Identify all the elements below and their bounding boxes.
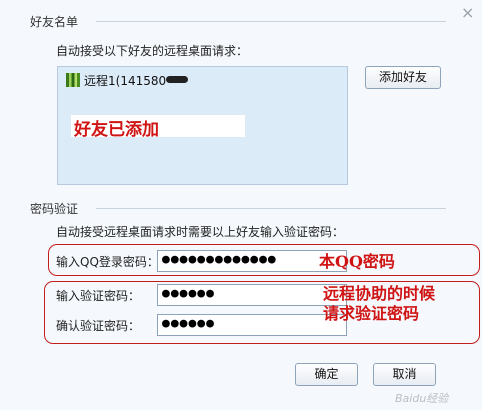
friend-name: 远程1(141580 (84, 74, 167, 88)
verify-password-field[interactable]: ●●●●●● (157, 284, 347, 306)
verify-annotation-line2: 请求验证密码 (323, 304, 420, 323)
verify-password-annotation: 远程协助的时候 请求验证密码 (323, 284, 435, 324)
friends-description: 自动接受以下好友的远程桌面请求： (56, 44, 249, 58)
password-section-divider (96, 208, 446, 209)
watermark: Baidu经验 (395, 392, 449, 405)
qq-password-annotation: 本QQ密码 (319, 252, 395, 271)
verify-annotation-line1: 远程协助的时候 (323, 284, 436, 303)
redacted-scribble (166, 76, 188, 83)
friend-added-annotation: 好友已添加 (74, 120, 159, 140)
confirm-password-label: 确认验证密码： (56, 319, 141, 333)
qq-password-label: 输入QQ登录密码： (56, 255, 159, 269)
friend-list[interactable]: 远程1(141580 好友已添加 (57, 66, 348, 185)
friend-list-item[interactable]: 远程1(141580 (84, 72, 166, 89)
close-icon[interactable]: × (461, 5, 474, 21)
friends-section-title: 好友名单 (30, 15, 79, 29)
cancel-button[interactable]: 取消 (373, 363, 436, 386)
password-description: 自动接受远程桌面请求时需要以上好友输入验证密码： (56, 225, 345, 239)
friend-avatar (66, 73, 80, 87)
add-friend-button[interactable]: 添加好友 (365, 66, 441, 89)
password-section-title: 密码验证 (30, 202, 79, 216)
confirm-password-field[interactable]: ●●●●●● (157, 314, 347, 336)
friends-section-divider (96, 21, 446, 22)
ok-button[interactable]: 确定 (295, 363, 358, 386)
verify-password-label: 输入验证密码： (56, 289, 141, 303)
